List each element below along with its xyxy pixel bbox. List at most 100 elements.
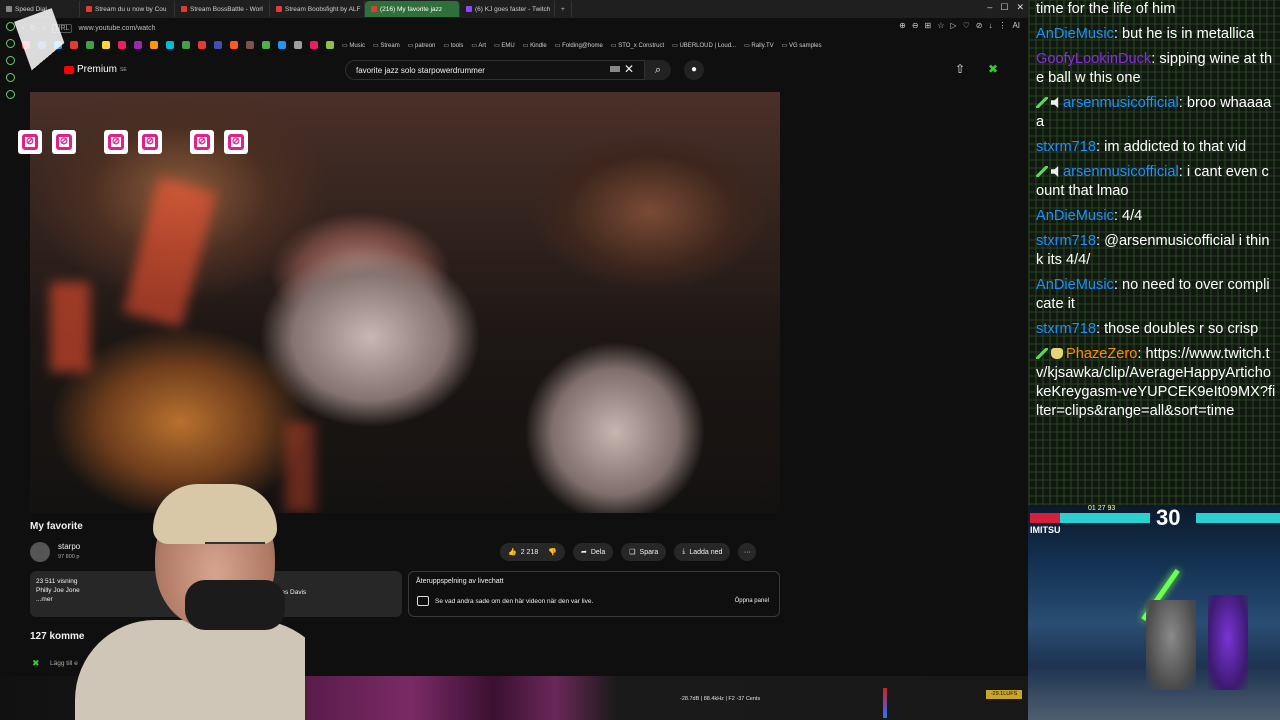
bookmark-item[interactable]: ▭ VG samples — [782, 42, 822, 49]
bookmark-favicon-icon[interactable] — [246, 41, 254, 49]
toolbar-icon[interactable]: ⊞ — [925, 21, 932, 30]
bookmark-favicon-icon[interactable] — [118, 41, 126, 49]
bookmark-item[interactable]: ▭ Rally.TV — [744, 42, 774, 49]
chat-username[interactable]: AnDieMusic — [1036, 208, 1114, 224]
bookmark-favicon-icon[interactable] — [182, 41, 190, 49]
bookmark-favicon-icon[interactable] — [166, 41, 174, 49]
thumbs-down-icon[interactable]: 👎 — [548, 548, 557, 556]
close-icon[interactable]: ✕ — [1016, 2, 1024, 13]
like-button[interactable]: 👍 2 218 👎 — [500, 543, 565, 561]
bookmark-item[interactable]: ▭ Folding@home — [555, 42, 603, 49]
toolbar-icon[interactable]: AI — [1012, 21, 1020, 30]
chat-username[interactable]: AnDieMusic — [1036, 26, 1114, 42]
bookmark-favicon-icon[interactable] — [294, 41, 302, 49]
channel-avatar[interactable] — [30, 542, 50, 562]
chat-message: PhazeZero: https://www.twitch.tv/kjsawka… — [1036, 345, 1276, 421]
bookmark-favicon-icon[interactable] — [198, 41, 206, 49]
bookmark-favicon-icon[interactable] — [278, 41, 286, 49]
chat-text: 4/4 — [1121, 208, 1143, 224]
bookmark-item[interactable]: ▭ tools — [443, 42, 463, 49]
tab-1[interactable]: Stream du u now by Cou — [80, 1, 175, 17]
more-actions-button[interactable]: ··· — [738, 543, 757, 561]
tab-favicon-icon — [181, 6, 187, 12]
toolbar-icon[interactable]: ⊘ — [976, 21, 983, 30]
tab-favicon-icon — [371, 6, 377, 12]
toolbar-icon[interactable]: ☆ — [937, 21, 944, 30]
bookmark-item[interactable]: ▭ Kindle — [523, 42, 547, 49]
bookmark-item[interactable]: ▭ STO_x Construct — [611, 42, 664, 49]
open-panel-button[interactable]: Öppna panel — [735, 598, 769, 604]
address-bar-icons: ⊕ ⊖ ⊞ ☆ ▷ ♡ ⊘ ↓ ⋮ AI — [899, 21, 1020, 30]
search-input[interactable]: favorite jazz solo starpowerdrummer — [345, 60, 645, 80]
like-count: 2 218 — [520, 548, 539, 556]
round-timer: 30 — [1156, 505, 1181, 530]
bookmark-icon: ❑ — [629, 549, 636, 556]
sword-badge-icon[interactable] — [1036, 166, 1048, 177]
chat-username[interactable]: stxrm718 — [1036, 233, 1096, 249]
bookmark-item[interactable]: ▭ Music — [342, 42, 365, 49]
chat-username[interactable]: AnDieMusic — [1036, 277, 1114, 293]
upload-icon[interactable]: ⇧ — [955, 62, 965, 76]
share-button[interactable]: ➦ Dela — [572, 543, 614, 561]
bookmark-item[interactable]: ▭ Stream — [373, 42, 400, 49]
chat-username[interactable]: stxrm718 — [1036, 321, 1096, 337]
chat-username[interactable]: GoofyLookinDuck — [1036, 51, 1151, 67]
bookmark-item[interactable]: ▭ UBERLOUD | Loud... — [672, 42, 736, 49]
save-button[interactable]: ❑ Spara — [621, 543, 667, 561]
bookmark-item[interactable]: ▭ Art — [471, 42, 486, 49]
bookmark-favicon-icon[interactable] — [230, 41, 238, 49]
sidebar-history-icon[interactable] — [5, 56, 15, 65]
stage-light — [122, 176, 218, 328]
tab-5[interactable]: (6) KJ goes faster - Twitch — [460, 1, 555, 17]
toolbar-icon[interactable]: ♡ — [963, 21, 970, 30]
youtube-logo-text: Premium — [77, 64, 118, 75]
sword-badge-icon[interactable] — [1036, 97, 1048, 108]
chat-username[interactable]: stxrm718 — [1036, 139, 1096, 155]
bookmark-favicon-icon[interactable] — [310, 41, 318, 49]
tab-4[interactable]: (216) My favorite jazz — [365, 1, 460, 17]
clear-search-icon[interactable]: ✕ — [624, 62, 634, 76]
sidebar-bookmarks-icon[interactable] — [5, 39, 15, 48]
toolbar-icon[interactable]: ▷ — [950, 21, 956, 30]
bookmark-item[interactable]: ▭ patreon — [408, 42, 436, 49]
toolbar-icon[interactable]: ⊕ — [899, 21, 906, 30]
extension-icon[interactable]: ✖ — [988, 62, 998, 76]
browser-sidebar — [0, 18, 20, 668]
bookmark-favicon-icon[interactable] — [134, 41, 142, 49]
bookmark-favicon-icon[interactable] — [70, 41, 78, 49]
tab-2[interactable]: Stream BossBattle - Worl — [175, 1, 270, 17]
minimize-icon[interactable]: – — [987, 2, 992, 13]
bookmark-item[interactable]: ▭ EMU — [494, 42, 515, 49]
toolbar-icon[interactable]: ↓ — [988, 21, 992, 30]
bookmark-favicon-icon[interactable] — [150, 41, 158, 49]
search-button[interactable]: ⌕ — [645, 60, 671, 80]
bookmark-favicon-icon[interactable] — [214, 41, 222, 49]
sword-badge-icon[interactable] — [1036, 348, 1048, 359]
download-button[interactable]: ⤓ Ladda ned — [674, 543, 731, 561]
youtube-logo[interactable]: Premium SE — [64, 64, 127, 75]
keyboard-icon[interactable] — [610, 66, 620, 72]
sidebar-extensions-icon[interactable] — [5, 90, 15, 99]
chat-username[interactable]: arsenmusicofficial — [1063, 164, 1179, 180]
sidebar-speed-dial-icon[interactable] — [5, 22, 15, 31]
bookmark-favicon-icon[interactable] — [102, 41, 110, 49]
chat-separator: : — [1178, 164, 1187, 180]
fighter-sprite — [1208, 595, 1248, 690]
chat-username[interactable]: PhazeZero — [1066, 346, 1137, 362]
tab-3[interactable]: Stream Boobsfight by ALF — [270, 1, 365, 17]
toolbar-icon[interactable]: ⊖ — [912, 21, 919, 30]
url-field[interactable]: www.youtube.com/watch — [78, 25, 155, 32]
voice-search-button[interactable]: ● — [684, 60, 704, 80]
chat-username[interactable]: arsenmusicofficial — [1063, 95, 1179, 111]
new-tab-button[interactable]: + — [555, 1, 572, 17]
bookmark-favicon-icon[interactable] — [262, 41, 270, 49]
bookmark-favicon-icon[interactable] — [86, 41, 94, 49]
speaker-badge-icon[interactable] — [1051, 97, 1059, 108]
speaker-badge-icon[interactable] — [1051, 166, 1059, 177]
video-player[interactable] — [30, 92, 780, 513]
toolbar-icon[interactable]: ⋮ — [998, 21, 1006, 30]
bookmark-favicon-icon[interactable] — [326, 41, 334, 49]
maximize-icon[interactable]: ☐ — [1000, 2, 1008, 13]
sidebar-settings-icon[interactable] — [5, 73, 15, 82]
bag-badge-icon[interactable] — [1051, 348, 1063, 359]
